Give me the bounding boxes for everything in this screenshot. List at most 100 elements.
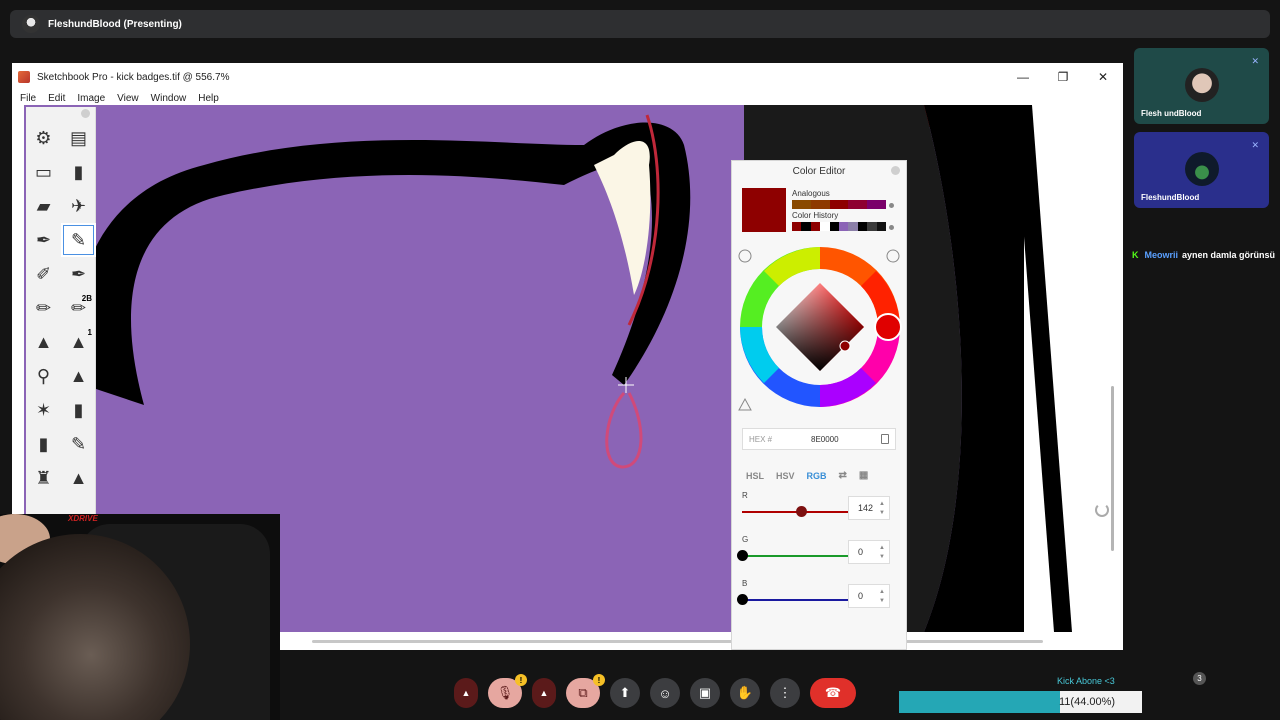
analogous-swatch[interactable] bbox=[810, 200, 830, 209]
present-button[interactable]: ⬆ bbox=[610, 678, 640, 708]
technical-pen-icon: ✎ bbox=[70, 229, 87, 250]
tab-hsv[interactable]: HSV bbox=[776, 471, 795, 481]
tool-button[interactable]: ⚙ bbox=[26, 121, 61, 155]
current-color-swatch[interactable] bbox=[742, 188, 786, 232]
analogous-menu-icon[interactable] bbox=[889, 203, 894, 208]
slider-track[interactable] bbox=[742, 555, 848, 557]
slider-track[interactable] bbox=[742, 599, 848, 601]
history-swatch[interactable] bbox=[867, 222, 877, 231]
menu-help[interactable]: Help bbox=[198, 93, 219, 104]
tool-button[interactable]: ▲ bbox=[26, 325, 61, 359]
analogous-swatch[interactable] bbox=[848, 200, 868, 209]
participant-tile[interactable]: ✕ FleshundBlood bbox=[1134, 132, 1269, 208]
tool-button[interactable]: ▮ bbox=[61, 393, 96, 427]
stepper-icon[interactable]: ▲ ▼ bbox=[879, 544, 885, 562]
tool-button[interactable]: ✒ bbox=[26, 223, 61, 257]
swatch-grid-icon[interactable]: ▦ bbox=[859, 470, 868, 481]
history-swatch[interactable] bbox=[839, 222, 849, 231]
hex-input[interactable]: HEX # 8E0000 bbox=[742, 428, 896, 450]
horizontal-scrollbar[interactable] bbox=[312, 640, 1043, 643]
captions-button[interactable]: ▣ bbox=[690, 678, 720, 708]
tool-button[interactable]: ✏ bbox=[26, 291, 61, 325]
channel-value-input[interactable]: 0 ▲ ▼ bbox=[848, 584, 890, 608]
channel-value-input[interactable]: 142 ▲ ▼ bbox=[848, 496, 890, 520]
maximize-button[interactable]: ❐ bbox=[1043, 63, 1083, 91]
tool-button[interactable]: ▭ bbox=[26, 155, 61, 189]
tool-button[interactable]: ▮ bbox=[61, 155, 96, 189]
tool-button[interactable]: ▲ 1 bbox=[61, 325, 96, 359]
tool-button[interactable]: ✐ bbox=[26, 257, 61, 291]
menu-image[interactable]: Image bbox=[77, 93, 105, 104]
color-history-label: Color History bbox=[792, 211, 839, 220]
menu-window[interactable]: Window bbox=[151, 93, 187, 104]
tool-button[interactable]: ✶ bbox=[26, 393, 61, 427]
tool-button[interactable]: ✏ 2B bbox=[61, 291, 96, 325]
history-swatch[interactable] bbox=[810, 222, 821, 231]
tool-button[interactable]: ✈ bbox=[61, 189, 96, 223]
hue-selector[interactable] bbox=[874, 313, 902, 341]
participant-tile[interactable]: ✕ Flesh undBlood bbox=[1134, 48, 1269, 124]
analogous-swatches[interactable] bbox=[792, 200, 886, 209]
slider-thumb[interactable] bbox=[737, 550, 748, 561]
history-swatch[interactable] bbox=[876, 222, 887, 231]
stepper-icon[interactable]: ▲ ▼ bbox=[879, 588, 885, 606]
tab-rgb[interactable]: RGB bbox=[807, 471, 827, 481]
camera-toggle-button[interactable]: ⧉! bbox=[566, 674, 605, 708]
analogous-swatch[interactable] bbox=[829, 200, 849, 209]
shuffle-icon[interactable]: ⇄ bbox=[839, 470, 847, 481]
channel-value-input[interactable]: 0 ▲ ▼ bbox=[848, 540, 890, 564]
ink-jar-icon: ▰ bbox=[36, 195, 51, 216]
tab-hsl[interactable]: HSL bbox=[746, 471, 764, 481]
history-swatch[interactable] bbox=[801, 222, 811, 231]
close-button[interactable]: ✕ bbox=[1083, 63, 1123, 91]
hex-value[interactable]: 8E0000 bbox=[811, 435, 881, 444]
emoji-button[interactable]: ☺ bbox=[650, 678, 680, 708]
menu-file[interactable]: File bbox=[20, 93, 36, 104]
layout-icon: ▤ bbox=[69, 127, 87, 148]
slider-thumb[interactable] bbox=[796, 506, 808, 517]
tool-button[interactable]: ▰ bbox=[26, 189, 61, 223]
history-swatch[interactable] bbox=[848, 222, 858, 231]
tool-button[interactable]: ▲ bbox=[61, 359, 96, 393]
slider-thumb[interactable] bbox=[737, 594, 748, 605]
minimize-button[interactable]: — bbox=[1003, 63, 1043, 91]
tool-button[interactable]: ▲ bbox=[61, 461, 96, 495]
rotate-icon[interactable] bbox=[1095, 503, 1109, 517]
color-editor-close-icon[interactable] bbox=[891, 166, 900, 175]
leave-call-button[interactable]: ☎ bbox=[810, 678, 856, 708]
tool-button[interactable]: ▤ bbox=[61, 121, 96, 155]
menu-edit[interactable]: Edit bbox=[48, 93, 65, 104]
stepper-icon[interactable]: ▲ ▼ bbox=[879, 500, 885, 518]
tool-button[interactable]: ✎ bbox=[61, 427, 96, 461]
tool-button[interactable]: ✒ bbox=[61, 257, 96, 291]
palette-close-icon[interactable] bbox=[81, 109, 90, 118]
tool-button[interactable]: ♜ bbox=[26, 461, 61, 495]
color-history-swatches[interactable] bbox=[792, 222, 887, 231]
paste-icon[interactable] bbox=[881, 434, 889, 444]
window-controls: — ❐ ✕ bbox=[1003, 63, 1123, 91]
slider-track[interactable] bbox=[742, 511, 848, 513]
mic-toggle-button[interactable]: 🎙! bbox=[488, 674, 527, 708]
menu-view[interactable]: View bbox=[117, 93, 139, 104]
tool-button[interactable]: ✎ bbox=[61, 223, 96, 257]
analogous-swatch[interactable] bbox=[867, 200, 886, 209]
more-options-button[interactable]: ⋮ bbox=[770, 678, 800, 708]
history-swatch[interactable] bbox=[829, 222, 840, 231]
analogous-swatch[interactable] bbox=[792, 200, 811, 209]
color-wheel-reset-icon[interactable] bbox=[738, 249, 752, 263]
tool-grid: ⚙ ▤ ▭ ▮ ▰ ✈ ✒ ✎ ✐ ✒ ✏ ✏ 2B ▲ ▲ 1 ⚲ ▲ ✶ ▮ ▮ ✎ ♜ ▲ bbox=[26, 119, 96, 495]
vertical-scrollbar[interactable] bbox=[1111, 386, 1114, 551]
raise-hand-button[interactable]: ✋ bbox=[730, 678, 760, 708]
tool-button[interactable]: ▮ bbox=[26, 427, 61, 461]
color-wheel[interactable] bbox=[732, 243, 908, 413]
history-swatch[interactable] bbox=[792, 222, 802, 231]
mic-options-button[interactable]: ▲ bbox=[454, 678, 478, 708]
camera-options-button[interactable]: ▲ bbox=[532, 678, 556, 708]
history-swatch[interactable] bbox=[820, 222, 830, 231]
channel-value: 142 bbox=[858, 503, 874, 513]
history-swatch[interactable] bbox=[857, 222, 868, 231]
history-menu-icon[interactable] bbox=[889, 225, 894, 230]
color-harmony-icon[interactable] bbox=[738, 397, 752, 411]
eyedropper-icon[interactable] bbox=[886, 249, 900, 263]
tool-button[interactable]: ⚲ bbox=[26, 359, 61, 393]
